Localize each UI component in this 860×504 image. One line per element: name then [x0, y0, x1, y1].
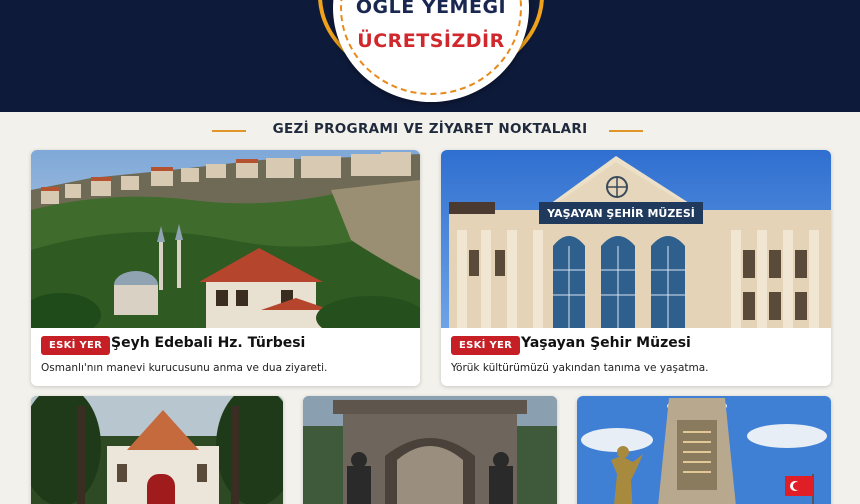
card-yasayan-sehir-muzesi[interactable]: YAŞAYAN ŞEHİR MÜZESİ ESKİ YER Yaşayan Şe… [441, 150, 831, 386]
card-footer: ESKİ YER Yaşayan Şehir Müzesi Yörük kült… [441, 328, 831, 384]
card-title: Şeyh Edebali Hz. Türbesi [111, 335, 306, 351]
mosque-garden-photo [31, 396, 283, 504]
card-tag: ESKİ YER [451, 336, 521, 355]
card-footer: ESKİ YER Şeyh Edebali Hz. Türbesi Osmanl… [31, 328, 420, 384]
card-title: Yaşayan Şehir Müzesi [521, 335, 691, 351]
card-description: Yörük kültürümüzü yakından tanıma ve yaş… [451, 362, 709, 374]
header-band: ÖĞLE YEMEĞİ ÜCRETSİZDİR [0, 0, 860, 112]
seyh-edebali-photo [31, 150, 420, 328]
section-rule-right [609, 130, 643, 132]
badge-text-line2: ÜCRETSİZDİR [357, 30, 505, 52]
card-bottom-left[interactable] [31, 396, 283, 504]
card-bottom-middle[interactable] [303, 396, 557, 504]
section-title: GEZİ PROGRAMI VE ZİYARET NOKTALARI [272, 121, 588, 137]
badge-text-line1: ÖĞLE YEMEĞİ [355, 0, 507, 18]
obelisk-statue-photo [577, 396, 831, 504]
monument-gate-photo [303, 396, 557, 504]
museum-photo: YAŞAYAN ŞEHİR MÜZESİ [441, 150, 831, 328]
museum-sign-text: YAŞAYAN ŞEHİR MÜZESİ [546, 206, 695, 220]
card-description: Osmanlı'nın manevi kurucusunu anma ve du… [41, 362, 328, 374]
card-seyh-edebali[interactable]: ESKİ YER Şeyh Edebali Hz. Türbesi Osmanl… [31, 150, 420, 386]
card-bottom-right[interactable] [577, 396, 831, 504]
card-tag: ESKİ YER [41, 336, 111, 355]
